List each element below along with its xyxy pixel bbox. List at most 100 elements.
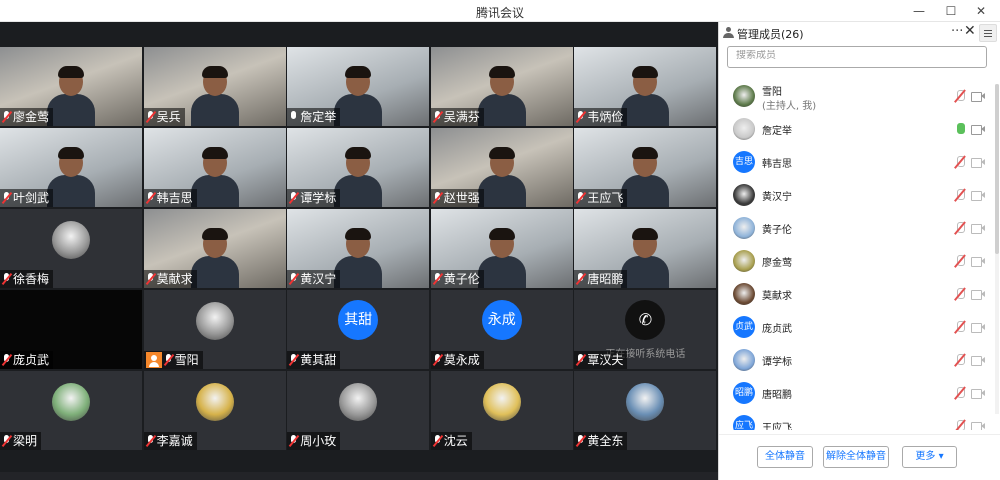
member-row[interactable]: 黄子伦 bbox=[719, 212, 1000, 244]
video-tile[interactable]: 永成 莫永成 bbox=[430, 290, 573, 369]
mic-muted-icon[interactable] bbox=[954, 156, 966, 169]
camera-icon[interactable] bbox=[971, 124, 985, 135]
video-tile[interactable]: 黄子伦 bbox=[430, 209, 573, 288]
panel-footer: 全体静音 解除全体静音 更多 ▾ bbox=[719, 434, 1000, 480]
member-name: 莫献求 bbox=[762, 291, 792, 302]
member-list-scrollbar[interactable] bbox=[995, 84, 999, 414]
participant-name: 吴满芬 bbox=[443, 110, 480, 124]
video-area: 廖金莺 吴兵 詹定举 吴满芬 韦炳俭叶剑武 韩吉思 谭学标 赵世强 王应飞徐香梅 莫献求 黄汉宁 黄子… bbox=[0, 22, 718, 480]
member-row[interactable]: 雪阳 (主持人, 我) bbox=[719, 80, 1000, 112]
member-search-input[interactable] bbox=[736, 50, 978, 61]
participant-video bbox=[47, 145, 95, 207]
member-row[interactable]: 贞武 庞贞武 bbox=[719, 311, 1000, 343]
member-row[interactable]: 谭学标 bbox=[719, 344, 1000, 376]
mute-all-button[interactable]: 全体静音 bbox=[757, 446, 813, 468]
camera-icon[interactable] bbox=[971, 289, 985, 300]
camera-icon[interactable] bbox=[971, 355, 985, 366]
mic-muted-icon[interactable] bbox=[954, 222, 966, 235]
window-title: 腾讯会议 bbox=[475, 6, 524, 20]
member-avatar: 吉思 bbox=[733, 151, 755, 173]
video-tile[interactable]: 吴满芬 bbox=[430, 47, 573, 126]
mic-icon[interactable] bbox=[954, 123, 966, 136]
maximize-button[interactable]: ☐ bbox=[940, 2, 962, 20]
participant-name: 廖金莺 bbox=[13, 110, 50, 124]
camera-icon[interactable] bbox=[971, 388, 985, 399]
video-tile[interactable]: 廖金莺 bbox=[0, 47, 142, 126]
video-tile[interactable]: 詹定举 bbox=[287, 47, 430, 126]
camera-icon[interactable] bbox=[971, 157, 985, 168]
video-tile[interactable]: 庞贞武 bbox=[0, 290, 142, 369]
mic-muted-icon[interactable] bbox=[954, 420, 966, 430]
mic-muted-icon[interactable] bbox=[954, 288, 966, 301]
member-row[interactable]: 廖金莺 bbox=[719, 245, 1000, 277]
mic-muted-icon[interactable] bbox=[954, 321, 966, 334]
video-tile[interactable]: 其甜 黄其甜 bbox=[287, 290, 430, 369]
video-tile[interactable]: 黄汉宁 bbox=[287, 209, 430, 288]
member-row[interactable]: 莫献求 bbox=[719, 278, 1000, 310]
video-tile[interactable]: 唐昭鹏 bbox=[574, 209, 717, 288]
participant-name-bar: 韩吉思 bbox=[143, 189, 197, 207]
close-panel-icon[interactable]: ✕ bbox=[964, 23, 976, 39]
video-tile[interactable]: 李嘉诚 bbox=[143, 371, 286, 450]
more-button[interactable]: 更多 ▾ bbox=[902, 446, 957, 468]
mic-muted-icon bbox=[433, 192, 442, 204]
menu-icon[interactable] bbox=[979, 24, 997, 42]
participant-video bbox=[621, 226, 670, 288]
participant-name-bar: 唐昭鹏 bbox=[574, 270, 628, 288]
mic-muted-icon[interactable] bbox=[954, 354, 966, 367]
camera-icon[interactable] bbox=[971, 91, 985, 102]
camera-icon[interactable] bbox=[971, 223, 985, 234]
participant-video bbox=[190, 226, 239, 288]
video-tile[interactable]: 梁明 bbox=[0, 371, 142, 450]
camera-icon[interactable] bbox=[971, 322, 985, 333]
video-tile[interactable]: 叶剑武 bbox=[0, 128, 142, 207]
member-name: 黄汉宁 bbox=[762, 192, 792, 203]
video-tile[interactable]: 谭学标 bbox=[287, 128, 430, 207]
mic-muted-icon[interactable] bbox=[954, 90, 966, 103]
mic-muted-icon[interactable] bbox=[954, 189, 966, 202]
participant-name: 唐昭鹏 bbox=[587, 272, 624, 286]
participant-avatar bbox=[482, 383, 521, 421]
camera-icon[interactable] bbox=[971, 421, 985, 430]
minimize-button[interactable]: — bbox=[908, 2, 930, 20]
mic-muted-icon bbox=[289, 273, 298, 285]
participant-video bbox=[477, 226, 526, 288]
mic-muted-icon[interactable] bbox=[954, 387, 966, 400]
participant-name: 黄全东 bbox=[587, 434, 624, 448]
video-tile[interactable]: 王应飞 bbox=[574, 128, 717, 207]
member-search-box[interactable] bbox=[727, 46, 987, 68]
video-tile[interactable]: 赵世强 bbox=[430, 128, 573, 207]
close-window-button[interactable]: ✕ bbox=[970, 2, 992, 20]
video-tile[interactable]: ✆ 正在接听系统电话 覃汉夫 bbox=[574, 290, 717, 369]
video-tile[interactable]: 周小玫 bbox=[287, 371, 430, 450]
video-tile[interactable]: 黄全东 bbox=[574, 371, 717, 450]
member-row[interactable]: 应飞 王应飞 bbox=[719, 410, 1000, 430]
participant-name-bar: 黄全东 bbox=[574, 432, 628, 450]
participant-avatar bbox=[52, 221, 90, 259]
scrollbar-thumb[interactable] bbox=[995, 84, 999, 254]
mic-muted-icon bbox=[2, 111, 11, 123]
camera-icon[interactable] bbox=[971, 190, 985, 201]
participant-video bbox=[334, 145, 383, 207]
member-row[interactable]: 昭鹏 唐昭鹏 bbox=[719, 377, 1000, 409]
video-tile[interactable]: 吴兵 bbox=[143, 47, 286, 126]
panel-title: 管理成员(26) bbox=[737, 28, 804, 41]
member-row[interactable]: 吉思 韩吉思 bbox=[719, 146, 1000, 178]
camera-icon[interactable] bbox=[971, 256, 985, 267]
member-row[interactable]: 黄汉宁 bbox=[719, 179, 1000, 211]
mic-muted-icon bbox=[289, 435, 298, 447]
video-tile[interactable]: 莫献求 bbox=[143, 209, 286, 288]
participant-video bbox=[477, 145, 526, 207]
mic-muted-icon[interactable] bbox=[954, 255, 966, 268]
video-tile[interactable]: 沈云 bbox=[430, 371, 573, 450]
member-row[interactable]: 詹定举 bbox=[719, 113, 1000, 145]
video-tile[interactable]: 雪阳 bbox=[143, 290, 286, 369]
more-options-icon[interactable]: ··· bbox=[951, 24, 963, 39]
video-tile[interactable]: 徐香梅 bbox=[0, 209, 142, 288]
member-name: 唐昭鹏 bbox=[762, 390, 792, 401]
video-tile[interactable]: 韩吉思 bbox=[143, 128, 286, 207]
mic-muted-icon bbox=[576, 435, 585, 447]
unmute-all-button[interactable]: 解除全体静音 bbox=[823, 446, 889, 468]
mic-muted-icon bbox=[2, 192, 11, 204]
video-tile[interactable]: 韦炳俭 bbox=[574, 47, 717, 126]
